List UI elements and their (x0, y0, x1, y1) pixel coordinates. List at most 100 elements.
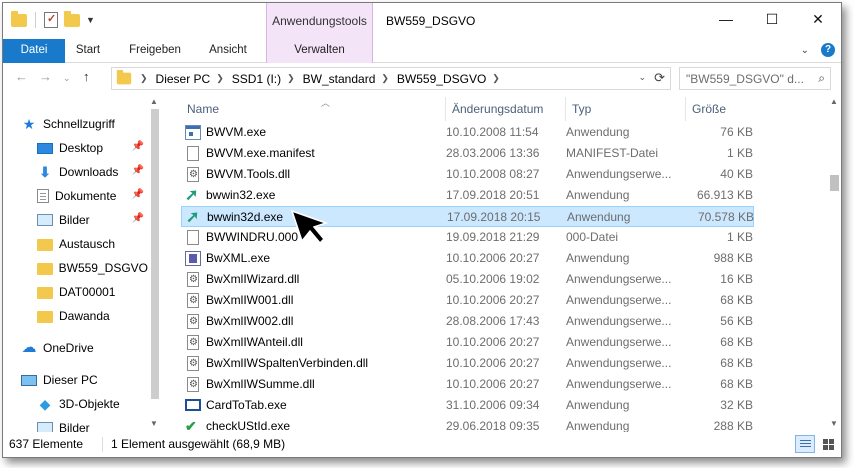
file-row[interactable]: BWVM.exe.manifest 28.03.2006 13:36 MANIF… (181, 143, 754, 164)
nav-item-dawanda[interactable]: Dawanda (37, 305, 148, 327)
up-arrow-icon[interactable]: ↑ (83, 69, 90, 84)
file-row[interactable]: ✔ checkUStId.exe 29.06.2018 09:35 Anwend… (181, 416, 754, 433)
download-icon: ⬇ (39, 164, 51, 180)
column-header-size[interactable]: Größe (686, 97, 754, 121)
file-row[interactable]: BwXML.exe 10.10.2006 20:27 Anwendung 988… (181, 248, 754, 269)
nav-item-austausch[interactable]: Austausch (37, 233, 148, 255)
details-view-button[interactable] (795, 435, 815, 453)
file-row-selected[interactable]: ➚ bwwin32d.exe 17.09.2018 20:15 Anwendun… (181, 206, 754, 227)
forward-arrow-icon[interactable]: → (39, 69, 52, 84)
breadcrumb-bw-standard[interactable]: BW_standard (303, 72, 376, 86)
dll-icon (187, 272, 199, 287)
scroll-down-icon[interactable]: ▼ (830, 419, 838, 428)
column-header-type[interactable]: Typ (566, 97, 686, 121)
file-row[interactable]: BwXmlIW002.dll 28.08.2006 17:43 Anwendun… (181, 311, 754, 332)
nav-item-pictures-pc[interactable]: Bilder (37, 417, 148, 432)
column-header-date[interactable]: Änderungsdatum (446, 97, 566, 121)
large-icons-view-button[interactable] (818, 435, 838, 453)
dll-icon (187, 293, 199, 308)
application-icon (185, 125, 201, 140)
dll-icon (187, 167, 199, 182)
nav-item-dat00001[interactable]: DAT00001 (37, 281, 148, 303)
breadcrumb-this-pc[interactable]: Dieser PC (156, 72, 211, 86)
card-app-icon (185, 399, 201, 411)
scrollbar-thumb[interactable] (830, 175, 839, 191)
search-input[interactable]: "BW559_DSGVO" d... ⌕ (679, 67, 831, 90)
selection-info: 1 Element ausgewählt (68,9 MB) (111, 437, 286, 451)
chevron-right-icon[interactable]: ❯ (287, 73, 295, 84)
dll-icon (187, 314, 199, 329)
file-row[interactable]: BwXmlIWSpaltenVerbinden.dll 10.10.2006 2… (181, 353, 754, 374)
file-row[interactable]: ➚ bwwin32.exe 17.09.2018 20:51 Anwendung… (181, 185, 754, 206)
scroll-up-icon[interactable]: ▲ (830, 97, 838, 106)
scrollbar-thumb[interactable] (151, 109, 159, 399)
nav-item-desktop[interactable]: Desktop 📌 (37, 137, 148, 159)
close-button[interactable]: ✕ (795, 3, 841, 35)
nav-item-downloads[interactable]: ⬇ Downloads 📌 (37, 161, 148, 183)
file-row[interactable]: CardToTab.exe 31.10.2006 09:34 Anwendung… (181, 395, 754, 416)
file-row[interactable]: BWWINDRU.000 19.09.2018 21:29 000-Datei … (181, 227, 754, 248)
context-tab-group: Anwendungstools (266, 3, 373, 39)
search-placeholder: "BW559_DSGVO" d... (686, 72, 804, 86)
mouse-pointer-icon (290, 209, 329, 245)
folder-icon (37, 287, 53, 299)
tab-start[interactable]: Start (65, 39, 111, 63)
title-bar: ▼ Anwendungstools BW559_DSGVO — ☐ ✕ (3, 3, 841, 39)
desktop-icon (37, 142, 53, 154)
nav-item-onedrive[interactable]: ☁ OneDrive (21, 337, 161, 359)
nav-item-quick-access[interactable]: ★ Schnellzugriff (21, 113, 161, 135)
ribbon-tabs: Datei Start Freigeben Ansicht Verwalten … (3, 39, 841, 63)
maximize-button[interactable]: ☐ (749, 3, 795, 35)
nav-item-bw559-dsgvo[interactable]: BW559_DSGVO (37, 257, 148, 279)
nav-pane-scrollbar[interactable]: ▲ ▼ (148, 95, 161, 432)
file-row[interactable]: BWVM.Tools.dll 10.10.2008 08:27 Anwendun… (181, 164, 754, 185)
column-header-name[interactable]: Name ︿ (181, 97, 446, 121)
file-row[interactable]: BwXmlIWAnteil.dll 10.10.2006 20:27 Anwen… (181, 332, 754, 353)
folder-icon (37, 311, 53, 323)
nav-item-pictures[interactable]: Bilder 📌 (37, 209, 148, 231)
window-controls: — ☐ ✕ (703, 3, 841, 35)
file-list-scrollbar[interactable]: ▲ ▼ (825, 95, 841, 432)
tab-manage[interactable]: Verwalten (266, 39, 373, 63)
file-row[interactable]: BwXmlIWSumme.dll 10.10.2006 20:27 Anwend… (181, 374, 754, 395)
scroll-down-icon[interactable]: ▼ (150, 419, 158, 428)
minimize-button[interactable]: — (703, 3, 749, 35)
pin-icon: 📌 (131, 165, 144, 176)
dll-icon (187, 377, 199, 392)
tab-view[interactable]: Ansicht (199, 39, 257, 63)
nav-item-3d-objects[interactable]: ◆ 3D-Objekte (37, 393, 148, 415)
refresh-icon[interactable]: ⟳ (654, 70, 665, 86)
nav-item-this-pc[interactable]: Dieser PC (21, 369, 161, 391)
scroll-up-icon[interactable]: ▲ (150, 97, 158, 106)
address-dropdown-icon[interactable]: ⌄ (638, 72, 646, 83)
recent-locations-icon[interactable]: ⌄ (63, 73, 71, 84)
expand-ribbon-icon[interactable]: ⌄ (801, 45, 809, 56)
tab-file[interactable]: Datei (3, 39, 65, 63)
chevron-right-icon[interactable]: ❯ (492, 73, 500, 84)
folder-icon[interactable] (11, 10, 27, 27)
help-icon[interactable]: ? (821, 43, 835, 57)
address-bar[interactable]: ❯ Dieser PC ❯ SSD1 (I:) ❯ BW_standard ❯ … (111, 67, 671, 90)
chevron-right-icon[interactable]: ❯ (381, 73, 389, 84)
customize-toolbar-icon[interactable]: ▼ (86, 15, 95, 25)
back-arrow-icon[interactable]: ← (15, 69, 28, 84)
bw-arrow-icon: ➚ (186, 209, 200, 226)
breadcrumb-current-folder[interactable]: BW559_DSGVO (397, 72, 486, 86)
file-row[interactable]: BwXmlIW001.dll 10.10.2006 20:27 Anwendun… (181, 290, 754, 311)
file-row[interactable]: BwXmlIWizard.dll 05.10.2006 19:02 Anwend… (181, 269, 754, 290)
pin-icon: 📌 (131, 213, 144, 224)
file-row[interactable]: BWVM.exe 10.10.2008 11:54 Anwendung 76 K… (181, 122, 754, 143)
pictures-icon (37, 214, 53, 226)
breadcrumb-drive[interactable]: SSD1 (I:) (232, 72, 281, 86)
new-folder-icon[interactable] (64, 10, 80, 27)
file-list: Name ︿ Änderungsdatum Typ Größe BWVM.exe… (163, 95, 825, 432)
navigation-bar: ← → ⌄ ↑ ❯ Dieser PC ❯ SSD1 (I:) ❯ BW_sta… (3, 63, 841, 93)
pin-icon: 📌 (131, 141, 144, 152)
chevron-right-icon[interactable]: ❯ (216, 73, 224, 84)
nav-item-documents[interactable]: Dokumente 📌 (37, 185, 148, 207)
chevron-right-icon[interactable]: ❯ (140, 73, 148, 84)
tab-share[interactable]: Freigeben (119, 39, 191, 63)
properties-icon[interactable] (44, 12, 58, 28)
sort-ascending-icon: ︿ (321, 98, 331, 108)
search-icon[interactable]: ⌕ (818, 71, 825, 86)
